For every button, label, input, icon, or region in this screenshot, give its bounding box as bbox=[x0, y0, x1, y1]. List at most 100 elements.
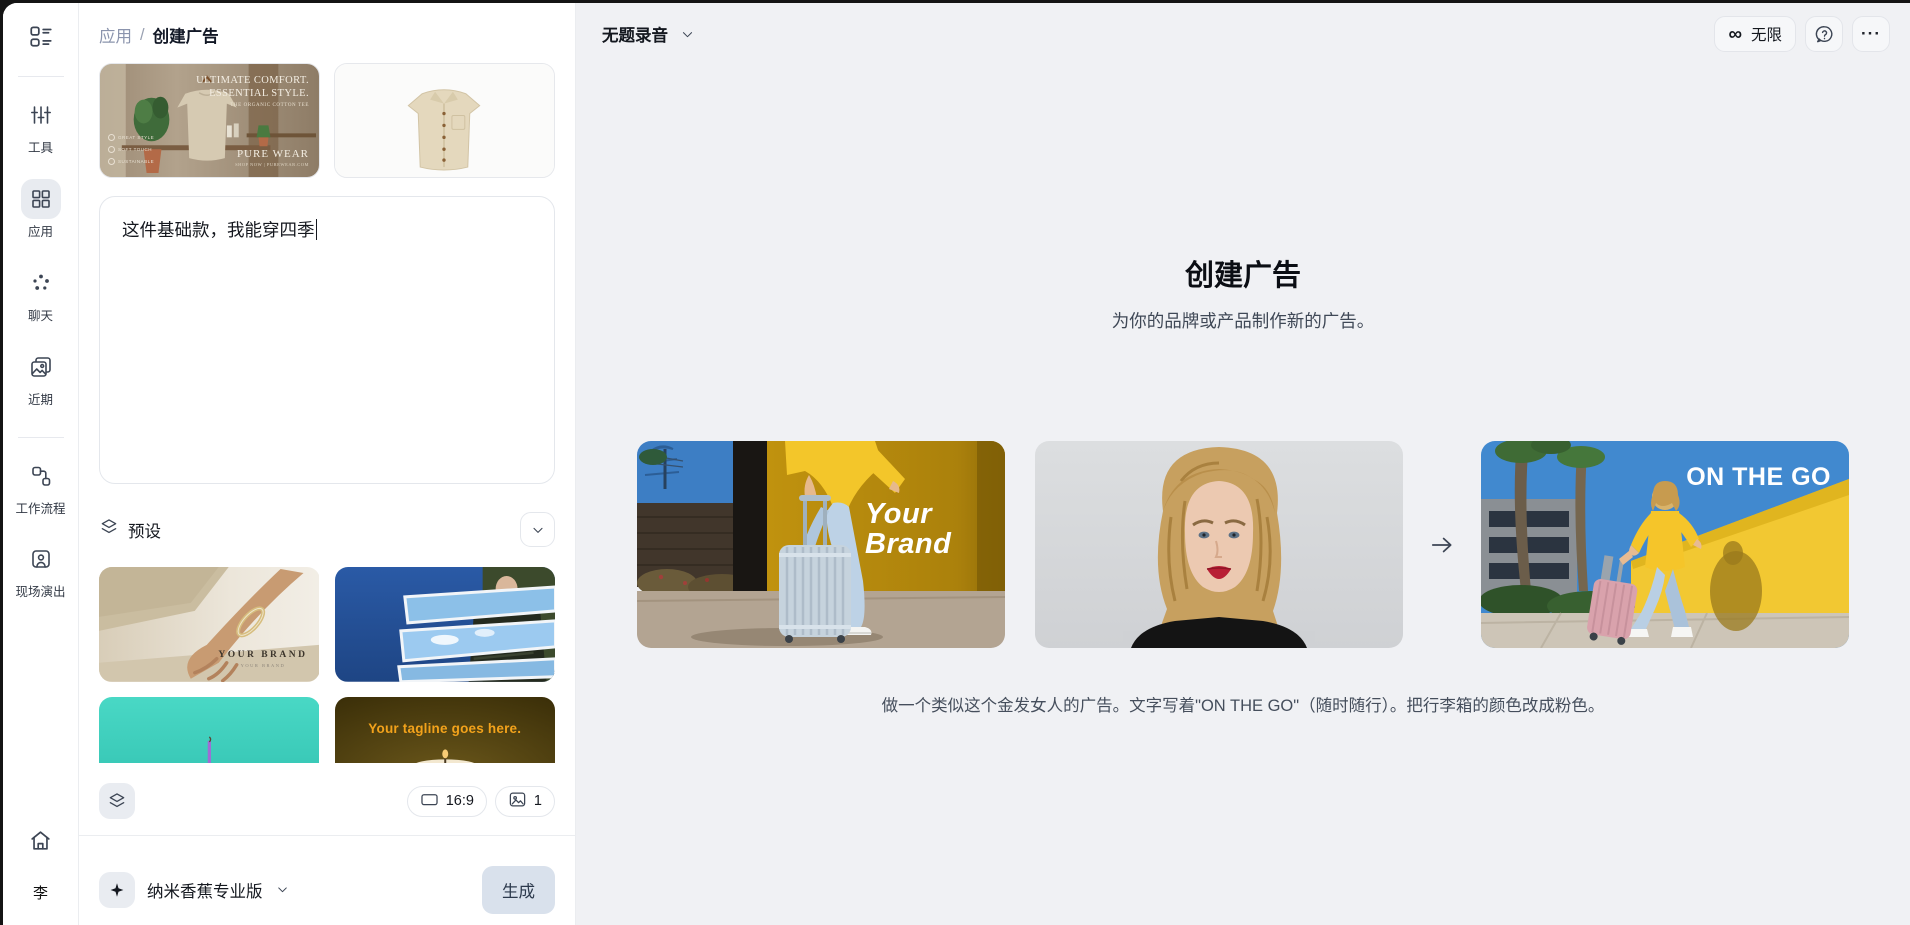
prompt-input[interactable]: 这件基础款，我能穿四季 bbox=[99, 196, 555, 484]
example-caption: 做一个类似这个金发女人的广告。文字写着"ON THE GO"（随时随行）。把行李… bbox=[576, 692, 1910, 716]
page-subtitle: 为你的品牌或产品制作新的广告。 bbox=[576, 308, 1910, 333]
preset1-brand-block: YOUR BRAND YOUR BRAND bbox=[218, 650, 307, 668]
your-brand-line1: Your bbox=[865, 499, 951, 529]
text-cursor bbox=[316, 219, 318, 240]
ad-feature: SUSTAINABLE bbox=[108, 158, 154, 165]
your-brand-overlay: Your Brand bbox=[865, 499, 951, 559]
model-selector[interactable]: 纳米香蕉专业版 bbox=[99, 872, 290, 908]
sidebar-item-label: 应用 bbox=[15, 224, 67, 241]
help-icon bbox=[1814, 24, 1835, 45]
sidebar-item-recent[interactable]: 近期 bbox=[9, 347, 73, 409]
ad-feature: SOFT TOUCH bbox=[108, 146, 154, 153]
document-title: 无题录音 bbox=[602, 22, 668, 46]
example-arrow-wrap bbox=[1403, 532, 1481, 558]
sidebar-item-label: 工具 bbox=[15, 140, 67, 157]
help-button[interactable] bbox=[1805, 16, 1843, 52]
chevron-down-icon bbox=[680, 27, 695, 42]
preset1-sub: YOUR BRAND bbox=[218, 663, 307, 668]
presets-title-group: 预设 bbox=[99, 517, 161, 542]
sidebar: 工具 应用 聊天 近期 工作流程 bbox=[3, 3, 79, 925]
sidebar-item-workflow[interactable]: 工作流程 bbox=[9, 456, 73, 518]
example-row: Your Brand bbox=[576, 441, 1910, 648]
app-logo-icon[interactable] bbox=[28, 23, 54, 54]
layers-toggle-button[interactable] bbox=[99, 783, 135, 819]
main-canvas: 无题录音 ∞ 无限 bbox=[576, 3, 1910, 925]
chevron-down-icon bbox=[275, 882, 290, 897]
sidebar-item-chat[interactable]: 聊天 bbox=[9, 263, 73, 325]
hero: 创建广告 为你的品牌或产品制作新的广告。 bbox=[576, 252, 1910, 333]
sidebar-item-label: 现场演出 bbox=[15, 584, 67, 601]
presets-expand-button[interactable] bbox=[520, 512, 555, 547]
ad-headline-2: ESSENTIAL STYLE. bbox=[196, 87, 309, 100]
example-image-portrait bbox=[1035, 441, 1403, 648]
on-the-go-overlay: ON THE GO bbox=[1686, 463, 1831, 492]
chat-dots-icon bbox=[21, 263, 61, 303]
breadcrumb-parent[interactable]: 应用 bbox=[99, 23, 132, 47]
aspect-ratio-selector[interactable]: 16:9 bbox=[407, 786, 487, 817]
preset-thumbnail-teal-cup[interactable]: YOUR BRAND bbox=[99, 697, 320, 763]
preset-thumbnail-bracelet[interactable]: YOUR BRAND YOUR BRAND bbox=[99, 567, 320, 682]
arrow-right-icon bbox=[1429, 532, 1455, 558]
breadcrumb-separator: / bbox=[140, 26, 145, 45]
ad-subline: THE ORGANIC COTTON TEE bbox=[196, 103, 309, 108]
main-header: 无题录音 ∞ 无限 bbox=[576, 3, 1910, 52]
output-settings: 16:9 1 bbox=[407, 786, 555, 817]
reference-image-tshirt-ad[interactable]: ULTIMATE COMFORT. ESSENTIAL STYLE. THE O… bbox=[99, 63, 320, 178]
sidebar-item-apps[interactable]: 应用 bbox=[9, 179, 73, 241]
breadcrumb: 应用 / 创建广告 bbox=[99, 23, 555, 47]
preset-thumbnail-candle[interactable]: Your tagline goes here. bbox=[335, 697, 556, 763]
composer-toolbar: 16:9 1 bbox=[99, 783, 555, 819]
prompt-text: 这件基础款，我能穿四季 bbox=[122, 220, 315, 240]
image-count-icon bbox=[508, 790, 527, 813]
ad-brand-cta: SHOP NOW | PUREWEAR.COM bbox=[235, 162, 309, 167]
aspect-ratio-icon bbox=[420, 790, 439, 813]
more-button[interactable]: ··· bbox=[1852, 16, 1890, 52]
preset-grid: YOUR BRAND YOUR BRAND bbox=[99, 567, 555, 763]
reference-images: ULTIMATE COMFORT. ESSENTIAL STYLE. THE O… bbox=[99, 63, 555, 178]
your-brand-line2: Brand bbox=[865, 529, 951, 559]
collage-scene bbox=[335, 567, 555, 682]
shirt-product-scene bbox=[335, 64, 554, 178]
document-title-dropdown[interactable]: 无题录音 bbox=[602, 22, 695, 46]
preset-thumbnail-collage[interactable] bbox=[335, 567, 556, 682]
composer-footer: 纳米香蕉专业版 生成 bbox=[79, 835, 575, 925]
avatar[interactable]: 李 bbox=[33, 882, 48, 903]
teal-cup-scene: YOUR BRAND bbox=[99, 697, 319, 763]
sidebar-item-live[interactable]: 现场演出 bbox=[9, 539, 73, 601]
image-count-value: 1 bbox=[534, 793, 542, 809]
ad-feature-list: GREAT STYLE SOFT TOUCH SUSTAINABLE bbox=[108, 134, 154, 165]
generate-button[interactable]: 生成 bbox=[482, 866, 555, 914]
app-window: 工具 应用 聊天 近期 工作流程 bbox=[3, 3, 1910, 925]
presets-header: 预设 bbox=[99, 512, 555, 547]
presets-title: 预设 bbox=[128, 518, 161, 542]
workflow-icon bbox=[21, 456, 61, 496]
infinity-icon: ∞ bbox=[1728, 25, 1742, 44]
reference-image-shirt-product[interactable] bbox=[334, 63, 555, 178]
grid-icon bbox=[21, 179, 61, 219]
preset4-tagline: Your tagline goes here. bbox=[335, 721, 556, 736]
example-image-on-the-go: ON THE GO bbox=[1481, 441, 1849, 648]
live-person-icon bbox=[21, 539, 61, 579]
sidebar-item-tools[interactable]: 工具 bbox=[9, 95, 73, 157]
sidebar-divider bbox=[18, 76, 64, 77]
preset1-brand: YOUR BRAND bbox=[218, 650, 307, 660]
composer-panel: 应用 / 创建广告 bbox=[79, 3, 576, 925]
page-title: 创建广告 bbox=[576, 252, 1910, 294]
sidebar-item-label: 聊天 bbox=[15, 308, 67, 325]
image-count-selector[interactable]: 1 bbox=[495, 786, 555, 817]
layers-icon bbox=[99, 517, 119, 542]
sidebar-item-label: 近期 bbox=[15, 392, 67, 409]
credits-button[interactable]: ∞ 无限 bbox=[1714, 16, 1796, 52]
ad-headline-block: ULTIMATE COMFORT. ESSENTIAL STYLE. THE O… bbox=[196, 74, 309, 108]
ad-feature: GREAT STYLE bbox=[108, 134, 154, 141]
ad-headline-1: ULTIMATE COMFORT. bbox=[196, 74, 309, 87]
sparkle-icon bbox=[99, 872, 135, 908]
home-icon[interactable] bbox=[28, 828, 53, 858]
ad-brand-block: PURE WEAR SHOP NOW | PUREWEAR.COM bbox=[235, 148, 309, 167]
portrait-scene bbox=[1035, 441, 1403, 648]
breadcrumb-current: 创建广告 bbox=[153, 23, 219, 47]
sidebar-divider bbox=[18, 437, 64, 438]
model-name: 纳米香蕉专业版 bbox=[147, 878, 263, 902]
sliders-icon bbox=[21, 95, 61, 135]
example-image-your-brand: Your Brand bbox=[637, 441, 1005, 648]
